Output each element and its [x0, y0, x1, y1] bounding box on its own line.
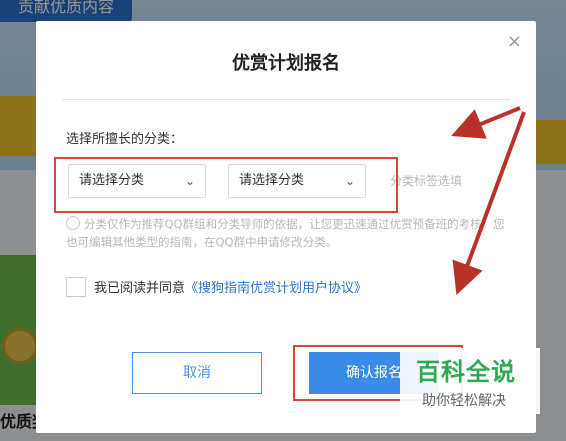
watermark-title: 百科全说 [416, 358, 516, 386]
arrow-to-selects [451, 106, 521, 139]
watermark: 百科全说 助你轻松解决 [400, 348, 540, 414]
arrow-to-confirm [452, 111, 526, 296]
watermark-subtitle: 助你轻松解决 [422, 393, 506, 409]
